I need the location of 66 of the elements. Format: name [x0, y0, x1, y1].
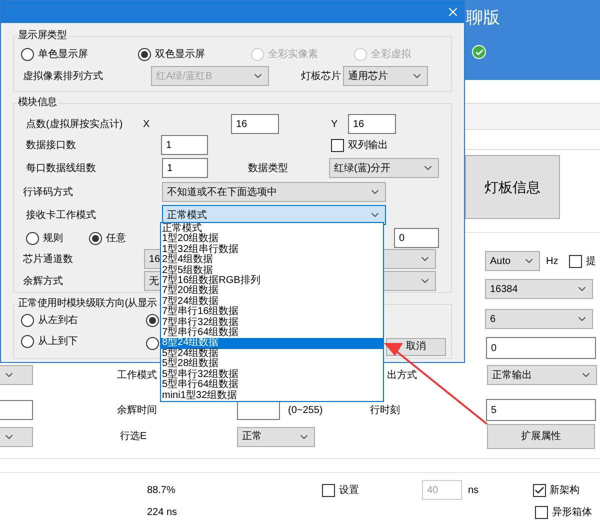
input-field[interactable]: 16	[231, 114, 279, 134]
input-field[interactable]: 5	[486, 399, 596, 421]
close-icon[interactable]	[446, 5, 460, 19]
radio-option[interactable]: 任意	[89, 230, 152, 246]
radio-option[interactable]: 从上到下	[21, 334, 146, 349]
field-label: (0~255)	[288, 404, 324, 418]
dropdown[interactable]: 正常	[237, 426, 315, 446]
field-label: 灯板芯片	[301, 70, 341, 84]
dropdown[interactable]: 16384	[485, 279, 593, 299]
field-label: 芯片通道数	[23, 252, 74, 266]
status-ok-icon	[472, 45, 486, 59]
radio-button[interactable]	[146, 337, 159, 350]
field-label: ns	[468, 484, 479, 498]
input-field[interactable]: 1	[161, 135, 208, 155]
extended-properties-button[interactable]: 扩展属性	[487, 424, 595, 449]
dropdown[interactable]: 正常输出	[487, 365, 597, 385]
field-label: 行时刻	[370, 404, 401, 418]
checkbox-option[interactable]: 提	[569, 254, 596, 268]
radio-option[interactable]: 规则	[26, 230, 89, 246]
field-label: Hz	[546, 254, 558, 268]
field-label: 工作模式	[117, 368, 158, 382]
field-label: Y	[331, 118, 339, 132]
input-field[interactable]: 0	[394, 228, 439, 248]
field-label: 余辉方式	[23, 274, 64, 288]
dropdown-option[interactable]: 5型串行64组数据	[161, 380, 383, 390]
checkbox-option[interactable]: 设置	[322, 482, 359, 498]
dropdown-option[interactable]: 5型28组数据	[161, 359, 383, 370]
field-label: 行选E	[120, 430, 148, 444]
dropdown[interactable]: 通用芯片	[343, 66, 428, 86]
field-label: 出方式	[387, 368, 418, 382]
radio-option[interactable]: 单色显示屏	[21, 46, 138, 62]
dropdown[interactable]: 不知道或不在下面选项中	[162, 182, 386, 202]
field-label: 数据类型	[248, 162, 289, 176]
dropdown-option[interactable]: 2型4组数据	[161, 255, 383, 266]
dropdown-option[interactable]: 7型串行64组数据	[161, 328, 383, 338]
checkbox-option[interactable]: 异形箱体	[535, 504, 592, 520]
field-label: 每口数据线组数	[26, 162, 97, 176]
input-field[interactable]: 16	[348, 114, 396, 134]
checkbox-option[interactable]: 新架构	[532, 482, 580, 498]
field-label: 数据接口数	[26, 138, 77, 152]
dropdown-option[interactable]: mini1型32组数据	[161, 390, 383, 401]
field-label: 行译码方式	[23, 186, 74, 200]
dropdown[interactable]: 红绿(蓝)分开	[329, 158, 439, 178]
dropdown[interactable]	[0, 426, 33, 446]
radio-button[interactable]	[146, 314, 159, 327]
dropdown[interactable]: 6	[485, 309, 593, 329]
field-label: 点数(虚拟屏按实点计)	[26, 118, 124, 132]
input-field[interactable]	[0, 400, 33, 420]
field-label: 接收卡工作模式	[26, 208, 97, 222]
input-field[interactable]	[237, 400, 280, 420]
radio-option[interactable]: 双色显示屏	[138, 46, 251, 62]
radio-option[interactable]: 从左到右	[21, 313, 146, 328]
led-info-button[interactable]: 灯板信息	[465, 155, 560, 219]
checkbox-option[interactable]: 双列输出	[331, 138, 388, 152]
field-label: 88.7%	[147, 484, 176, 498]
field-label: X	[143, 118, 151, 132]
dropdown-option[interactable]: 7型20组数据	[161, 286, 383, 297]
dropdown[interactable]: Auto	[485, 251, 540, 271]
dropdown-option[interactable]: 1型20组数据	[161, 234, 383, 245]
field-label: 余辉时间	[117, 404, 158, 418]
input-field[interactable]: 0	[486, 337, 596, 359]
input-field[interactable]: 1	[162, 158, 208, 178]
dropdown-option[interactable]: 7型串行16组数据	[161, 307, 383, 318]
field-label: 224 ns	[147, 506, 178, 520]
field-label: 虚拟像素排列方式	[23, 70, 104, 84]
app-title: 聊版	[466, 8, 501, 28]
